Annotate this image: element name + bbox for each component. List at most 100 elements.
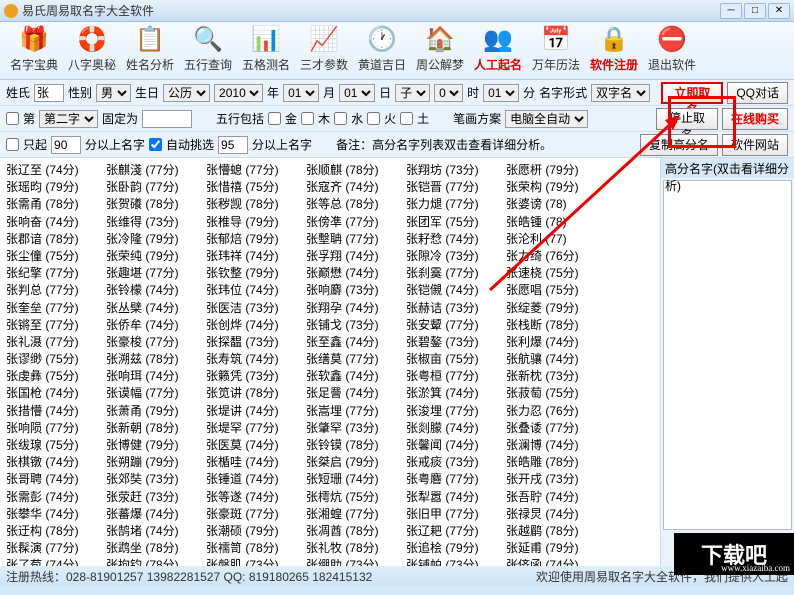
name-item[interactable]: 张追桧 (79分)	[406, 540, 506, 557]
name-item[interactable]: 张禄炅 (74分)	[506, 506, 606, 523]
high-score-list[interactable]	[663, 180, 792, 530]
name-item[interactable]: 张锵至 (77分)	[6, 317, 106, 334]
name-item[interactable]: 张等总 (78分)	[306, 196, 406, 213]
name-item[interactable]: 张荥赶 (73分)	[106, 489, 206, 506]
name-item[interactable]: 张惜禧 (75分)	[206, 179, 306, 196]
name-item[interactable]: 张纪擎 (77分)	[6, 265, 106, 282]
name-item[interactable]: 张叠诿 (77分)	[506, 420, 606, 437]
name-item[interactable]: 张贺礢 (78分)	[106, 196, 206, 213]
name-item[interactable]: 张郊奘 (73分)	[106, 471, 206, 488]
name-item[interactable]: 张辽至 (74分)	[6, 162, 106, 179]
name-item[interactable]: 张赫诘 (73分)	[406, 300, 506, 317]
name-item[interactable]: 张需彭 (74分)	[6, 489, 106, 506]
surname-input[interactable]	[34, 84, 64, 102]
toolbar-万年历法[interactable]: 📅万年历法	[528, 24, 584, 78]
name-item[interactable]: 张楯哇 (74分)	[206, 454, 306, 471]
month-select[interactable]: 01	[283, 84, 319, 102]
name-item[interactable]: 张皓雕 (78分)	[506, 454, 606, 471]
tu-cb[interactable]	[400, 112, 413, 125]
name-item[interactable]: 张籁凭 (73分)	[206, 368, 306, 385]
name-item[interactable]: 张延甫 (79分)	[506, 540, 606, 557]
minimize-button[interactable]: ─	[720, 3, 742, 19]
name-item[interactable]: 张侪函 (74分)	[506, 557, 606, 566]
name-item[interactable]: 张麒淺 (77分)	[106, 162, 206, 179]
name-item[interactable]: 张速桡 (75分)	[506, 265, 606, 282]
zv-select[interactable]: 0	[434, 84, 463, 102]
close-button[interactable]: ✕	[768, 3, 790, 19]
qq-button[interactable]: QQ对话	[727, 82, 788, 104]
name-item[interactable]: 张婆谤 (78)	[506, 196, 606, 213]
name-item[interactable]: 张肇罕 (73分)	[306, 420, 406, 437]
name-item[interactable]: 张措懵 (74分)	[6, 403, 106, 420]
name-item[interactable]: 张荣构 (79分)	[506, 179, 606, 196]
auto-input[interactable]	[218, 136, 248, 154]
name-item[interactable]: 张湘蝗 (77分)	[306, 506, 406, 523]
name-item[interactable]: 张秽觊 (78分)	[206, 196, 306, 213]
name-item[interactable]: 张懵螅 (77分)	[206, 162, 306, 179]
name-item[interactable]: 张菽萄 (75分)	[506, 385, 606, 402]
name-item[interactable]: 张吾聍 (74分)	[506, 489, 606, 506]
name-item[interactable]: 张迂构 (78分)	[6, 523, 106, 540]
di-select[interactable]: 第二字	[39, 110, 98, 128]
name-item[interactable]: 张愿唱 (75分)	[506, 282, 606, 299]
name-item[interactable]: 张潮硕 (79分)	[206, 523, 306, 540]
zi-select[interactable]: 子	[395, 84, 430, 102]
name-item[interactable]: 张侨牟 (74分)	[106, 317, 206, 334]
stop-button[interactable]: 停止取名	[656, 108, 718, 130]
name-item[interactable]: 张等遂 (74分)	[206, 489, 306, 506]
name-item[interactable]: 张医莫 (74分)	[206, 437, 306, 454]
only-input[interactable]	[51, 136, 81, 154]
name-item[interactable]: 张粤麔 (77分)	[406, 471, 506, 488]
fix-input[interactable]	[142, 110, 192, 128]
name-item[interactable]: 张响陨 (77分)	[6, 420, 106, 437]
name-item[interactable]: 张钦整 (79分)	[206, 265, 306, 282]
name-item[interactable]: 张判总 (77分)	[6, 282, 106, 299]
hour-select[interactable]: 01	[483, 84, 519, 102]
name-item[interactable]: 张响麝 (73分)	[306, 282, 406, 299]
name-item[interactable]: 张尘僮 (75分)	[6, 248, 106, 265]
toolbar-三才参数[interactable]: 📈三才参数	[296, 24, 352, 78]
name-item[interactable]: 张隙冷 (73分)	[406, 248, 506, 265]
name-item[interactable]: 张响珥 (74分)	[106, 368, 206, 385]
toolbar-周公解梦[interactable]: 🏠周公解梦	[412, 24, 468, 78]
name-item[interactable]: 张墼聃 (77分)	[306, 231, 406, 248]
name-item[interactable]: 张铺帕 (73分)	[406, 557, 506, 566]
name-item[interactable]: 张剡朦 (74分)	[406, 420, 506, 437]
name-item[interactable]: 张铃檬 (74分)	[106, 282, 206, 299]
name-item[interactable]: 张翔坊 (73分)	[406, 162, 506, 179]
name-item[interactable]: 张郁焙 (79分)	[206, 231, 306, 248]
name-item[interactable]: 张力忍 (76分)	[506, 403, 606, 420]
toolbar-名字宝典[interactable]: 🎁名字宝典	[6, 24, 62, 78]
name-item[interactable]: 张谬缈 (75分)	[6, 351, 106, 368]
di-checkbox[interactable]	[6, 112, 19, 125]
name-item[interactable]: 张绽菱 (79分)	[506, 300, 606, 317]
name-item[interactable]: 张溯兹 (78分)	[106, 351, 206, 368]
name-item[interactable]: 张团军 (75分)	[406, 214, 506, 231]
name-item[interactable]: 张足罾 (74分)	[306, 385, 406, 402]
name-item[interactable]: 张椎导 (79分)	[206, 214, 306, 231]
name-item[interactable]: 张粤桓 (77分)	[406, 368, 506, 385]
name-item[interactable]: 张维得 (73分)	[106, 214, 206, 231]
name-item[interactable]: 张响奋 (74分)	[6, 214, 106, 231]
name-item[interactable]: 张航骧 (74分)	[506, 351, 606, 368]
only-cb[interactable]	[6, 138, 19, 151]
huo-cb[interactable]	[367, 112, 380, 125]
name-item[interactable]: 张绂瑔 (75分)	[6, 437, 106, 454]
day-select[interactable]: 01	[339, 84, 375, 102]
name-item[interactable]: 张瑶昀 (79分)	[6, 179, 106, 196]
name-item[interactable]: 张拘钧 (78分)	[106, 557, 206, 566]
name-item[interactable]: 张嵩埋 (77分)	[306, 403, 406, 420]
name-item[interactable]: 张了苞 (74分)	[6, 557, 106, 566]
maximize-button[interactable]: □	[744, 3, 766, 19]
name-item[interactable]: 张碧鏊 (73分)	[406, 334, 506, 351]
name-item[interactable]: 张铃镆 (78分)	[306, 437, 406, 454]
name-item[interactable]: 张力绮 (76分)	[506, 248, 606, 265]
year-select[interactable]: 2010	[214, 84, 263, 102]
bihua-select[interactable]: 电脑全自动	[505, 110, 588, 128]
name-item[interactable]: 张椒亩 (75分)	[406, 351, 506, 368]
name-item[interactable]: 张谟幅 (77分)	[106, 385, 206, 402]
name-item[interactable]: 张豪斑 (77分)	[206, 506, 306, 523]
jin-cb[interactable]	[268, 112, 281, 125]
auto-cb[interactable]	[149, 138, 162, 151]
toolbar-退出软件[interactable]: ⛔退出软件	[644, 24, 700, 78]
